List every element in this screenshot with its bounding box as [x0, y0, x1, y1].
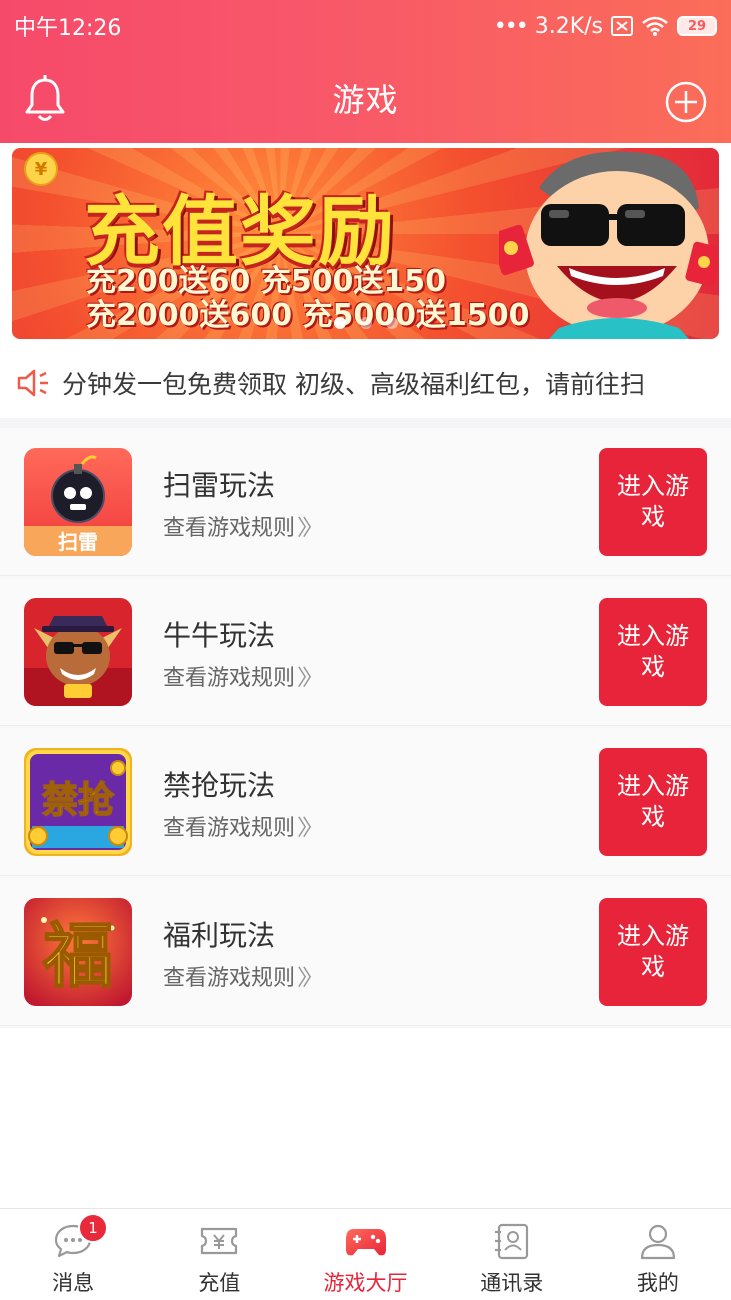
contacts-icon: [494, 1223, 528, 1260]
game-row-fuli[interactable]: 福 福利玩法 查看游戏规则 〉〉 进入游戏: [0, 878, 731, 1026]
carousel-dot[interactable]: [333, 317, 346, 329]
enter-game-button[interactable]: 进入游戏: [599, 598, 707, 706]
bell-icon[interactable]: [22, 74, 68, 124]
plus-circle-icon[interactable]: [665, 81, 707, 123]
cartoon-character-icon: [499, 151, 719, 339]
gamepad-icon: [345, 1229, 386, 1256]
fuli-game-icon: 福: [24, 898, 132, 1006]
promo-banner[interactable]: ¥ 充值奖励 充200送60 充500送150 充2000送600 充5000送…: [12, 148, 719, 339]
niuniu-game-icon: [24, 598, 132, 706]
game-rules-label: 查看游戏规则: [163, 816, 296, 841]
nav-item-profile[interactable]: 我的: [585, 1209, 731, 1300]
section-divider: [0, 418, 731, 428]
carousel-dot[interactable]: [359, 317, 372, 329]
double-chevron-right-icon: 〉〉: [297, 666, 324, 691]
game-rules-label: 查看游戏规则: [163, 516, 296, 541]
game-rules-link[interactable]: 查看游戏规则 〉〉: [163, 660, 324, 692]
status-indicators: ••• 3.2K/s 29: [494, 14, 717, 39]
status-time: 中午12:26: [14, 16, 122, 41]
status-bar: 中午12:26 ••• 3.2K/s 29: [0, 0, 731, 52]
game-rules-link[interactable]: 查看游戏规则 〉〉: [163, 510, 324, 542]
minesweeper-icon-label: 扫雷: [58, 530, 98, 554]
jinqiang-game-icon: 禁抢: [24, 748, 132, 856]
notice-text: 分钟发一包免费领取 初级、高级福利红包，请前往扫: [62, 370, 645, 399]
double-chevron-right-icon: 〉〉: [297, 816, 324, 841]
jinqiang-icon-label: 禁抢: [42, 779, 115, 821]
game-rules-link[interactable]: 查看游戏规则 〉〉: [163, 960, 324, 992]
speaker-icon: [17, 369, 48, 397]
app-header: 中午12:26 ••• 3.2K/s 29 游戏: [0, 0, 731, 143]
game-rules-label: 查看游戏规则: [163, 666, 296, 691]
game-name: 禁抢玩法: [163, 769, 276, 802]
carousel-dot[interactable]: [385, 317, 398, 329]
game-row-jinqiang[interactable]: 禁抢 禁抢玩法 查看游戏规则 〉〉 进入游戏: [0, 728, 731, 876]
carousel-indicator[interactable]: [12, 317, 719, 329]
game-name: 牛牛玩法: [163, 619, 276, 652]
enter-game-button[interactable]: 进入游戏: [599, 898, 707, 1006]
bottom-nav: 1 消息 充值 游戏大厅 通讯录 我的: [0, 1208, 731, 1300]
nav-label: 游戏大厅: [323, 1271, 408, 1295]
game-list: 扫雷 扫雷玩法 查看游戏规则 〉〉 进入游戏 牛牛玩法 查看游戏规则 〉〉 进入…: [0, 428, 731, 1028]
game-rules-link[interactable]: 查看游戏规则 〉〉: [163, 810, 324, 842]
game-row-niuniu[interactable]: 牛牛玩法 查看游戏规则 〉〉 进入游戏: [0, 578, 731, 726]
enter-game-button[interactable]: 进入游戏: [599, 448, 707, 556]
more-dots-icon: •••: [493, 13, 529, 39]
game-name: 福利玩法: [163, 919, 276, 952]
network-speed: 3.2K/s: [534, 13, 603, 39]
nav-label: 消息: [52, 1271, 95, 1295]
battery-icon: 29: [677, 16, 717, 36]
nav-label: 充值: [198, 1271, 241, 1295]
minesweeper-game-icon: 扫雷: [24, 448, 132, 556]
enter-game-button[interactable]: 进入游戏: [599, 748, 707, 856]
fuli-icon-label: 福: [42, 915, 113, 997]
nav-item-game-hall[interactable]: 游戏大厅: [292, 1209, 438, 1300]
unread-badge: 1: [78, 1213, 108, 1243]
game-name: 扫雷玩法: [163, 469, 276, 502]
double-chevron-right-icon: 〉〉: [297, 966, 324, 991]
ticket-icon: [201, 1227, 238, 1255]
notice-marquee[interactable]: 分钟发一包免费领取 初级、高级福利红包，请前往扫: [0, 348, 731, 418]
page-title: 游戏: [332, 80, 399, 119]
wifi-icon: [642, 16, 668, 36]
nav-item-messages[interactable]: 1 消息: [0, 1209, 146, 1300]
game-rules-label: 查看游戏规则: [163, 966, 296, 991]
nav-label: 我的: [636, 1271, 679, 1295]
nav-item-contacts[interactable]: 通讯录: [439, 1209, 585, 1300]
game-row-minesweeper[interactable]: 扫雷 扫雷玩法 查看游戏规则 〉〉 进入游戏: [0, 428, 731, 576]
title-bar: 游戏: [0, 52, 731, 143]
nav-label: 通讯录: [480, 1271, 544, 1295]
double-chevron-right-icon: 〉〉: [297, 516, 324, 541]
nav-item-recharge[interactable]: 充值: [146, 1209, 292, 1300]
profile-icon: [640, 1224, 676, 1260]
sim-card-icon: [611, 16, 633, 36]
coin-icon: ¥: [24, 152, 58, 186]
